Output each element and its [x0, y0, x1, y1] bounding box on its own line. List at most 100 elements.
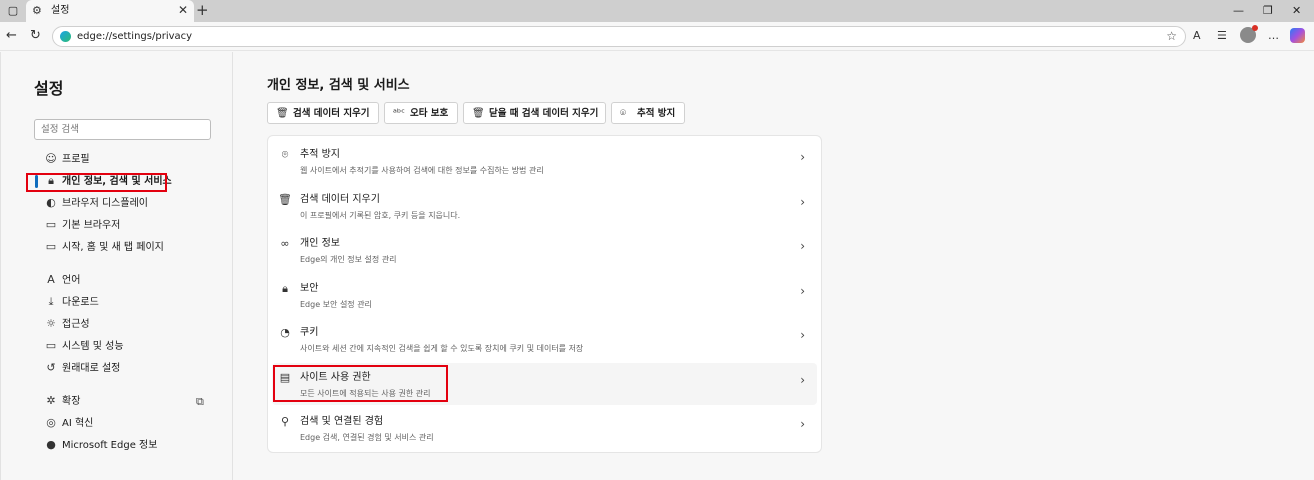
row-title: 보안 [300, 283, 319, 294]
sidebar-item-about[interactable]: ● Microsoft Edge 정보 [34, 437, 214, 455]
tab-strip: ▢ ⚙ 설정 ✕ + — ❐ ✕ [0, 0, 1314, 22]
chip-label: 검색 데이터 지우기 [293, 108, 370, 119]
chevron-right-icon: › [800, 284, 805, 298]
row-desc: Edge 검색, 연결된 경험 및 서비스 관리 [300, 433, 434, 442]
palette-icon: ◐ [46, 196, 56, 209]
close-icon[interactable]: ✕ [178, 3, 188, 18]
lock-icon: 🔒︎ [282, 282, 288, 295]
sidebar-item-label: 기본 브라우저 [62, 220, 121, 231]
accessibility-icon: ☼ [46, 317, 56, 330]
chip-typo-protection[interactable]: ᵃᵇᶜ 오타 보호 [384, 102, 458, 124]
close-window-icon[interactable]: ✕ [1292, 4, 1301, 18]
sidebar-item-label: 시스템 및 성능 [62, 341, 124, 352]
sidebar-item-ai[interactable]: ◎ AI 혁신 [34, 415, 214, 433]
reset-icon: ↺ [46, 361, 56, 374]
browser-icon: ▭ [45, 218, 57, 231]
new-tab-button[interactable]: + [196, 1, 209, 19]
row-title: 쿠키 [300, 327, 319, 338]
sidebar-item-label: Microsoft Edge 정보 [62, 440, 158, 451]
favorite-star-icon[interactable]: ☆ [1166, 29, 1177, 44]
highlight-box [273, 365, 448, 402]
language-icon: A [47, 273, 55, 286]
restore-icon[interactable]: ❐ [1263, 4, 1273, 18]
extension-icon: ✲ [46, 394, 56, 407]
chip-tracking-prevention[interactable]: ⌾ 추적 방지 [611, 102, 685, 124]
home-icon: ▭ [45, 240, 57, 253]
chip-clear-data[interactable]: 🗑︎ 검색 데이터 지우기 [267, 102, 379, 124]
back-icon[interactable]: ← [6, 28, 17, 44]
edge-logo-icon [60, 31, 71, 42]
row-desc: Edge 보안 설정 관리 [300, 300, 372, 309]
sidebar-title: 설정 [34, 79, 64, 98]
sidebar: 설정 ☺ 프로필 🔒︎ 개인 정보, 검색 및 서비스 ◐ 브라우저 디스플레이… [0, 52, 233, 480]
sidebar-item-default-browser[interactable]: ▭ 기본 브라우저 [34, 217, 214, 235]
row-desc: Edge의 개인 정보 설정 관리 [300, 255, 397, 264]
sidebar-item-profile[interactable]: ☺ 프로필 [34, 151, 214, 169]
sidebar-item-label: 확장 [62, 396, 81, 407]
sidebar-item-extensions[interactable]: ✲ 확장 ⧉ [34, 393, 214, 411]
chevron-right-icon: › [800, 239, 805, 253]
sidebar-item-appearance[interactable]: ◐ 브라우저 디스플레이 [34, 195, 214, 213]
sidebar-item-label: 브라우저 디스플레이 [62, 198, 148, 209]
row-title: 검색 및 연결된 경험 [300, 416, 384, 427]
row-title: 추적 방지 [300, 149, 340, 160]
chip-label: 추적 방지 [637, 108, 676, 119]
ai-icon: ◎ [46, 416, 56, 429]
refresh-icon[interactable]: ↻ [30, 28, 41, 44]
trash-icon: 🗑︎ [278, 193, 292, 206]
tab-settings[interactable]: ⚙ 설정 ✕ [26, 0, 194, 22]
system-icon: ▭ [45, 339, 57, 352]
row-desc: 웹 사이트에서 추적기를 사용하여 검색에 대한 정보를 수집하는 방법 관리 [300, 166, 544, 175]
copilot-icon[interactable] [1290, 28, 1305, 43]
row-cookies[interactable]: ◔ 쿠키 사이트와 세션 간에 지속적인 검색을 쉽게 할 수 있도록 장치에 … [272, 318, 817, 360]
sidebar-item-label: 프로필 [62, 154, 90, 165]
glasses-icon: ∞ [280, 237, 290, 250]
sidebar-item-system[interactable]: ▭ 시스템 및 성능 [34, 338, 214, 356]
more-icon[interactable]: … [1268, 28, 1279, 44]
read-aloud-icon[interactable]: A [1193, 28, 1201, 44]
toolbar: ← ↻ edge://settings/privacy ☆ A ☰ … [0, 22, 1314, 51]
download-icon: ⤓ [48, 295, 54, 308]
sidebar-item-languages[interactable]: A 언어 [34, 272, 214, 290]
chevron-right-icon: › [800, 328, 805, 342]
sidebar-item-label: 접근성 [62, 319, 90, 330]
cookie-icon: ◔ [280, 326, 290, 339]
settings-search-input[interactable] [34, 119, 211, 140]
row-tracking-prevention[interactable]: ⌾ 추적 방지 웹 사이트에서 추적기를 사용하여 검색에 대한 정보를 수집하… [272, 140, 817, 182]
minimize-icon[interactable]: — [1233, 4, 1244, 18]
sidebar-item-downloads[interactable]: ⤓ 다운로드 [34, 294, 214, 312]
chevron-right-icon: › [800, 195, 805, 209]
row-title: 검색 데이터 지우기 [300, 194, 380, 205]
row-search-connected[interactable]: ⚲ 검색 및 연결된 경험 Edge 검색, 연결된 경험 및 서비스 관리 › [272, 407, 817, 449]
spellcheck-icon: ᵃᵇᶜ [393, 108, 405, 119]
tab-title: 설정 [51, 5, 70, 16]
row-security[interactable]: 🔒︎ 보안 Edge 보안 설정 관리 › [272, 274, 817, 316]
sidebar-item-label: AI 혁신 [62, 418, 94, 429]
sidebar-item-reset[interactable]: ↺ 원래대로 설정 [34, 360, 214, 378]
chevron-right-icon: › [800, 417, 805, 431]
chevron-right-icon: › [800, 150, 805, 164]
favorites-icon[interactable]: ☰ [1217, 28, 1227, 44]
tab-actions-icon[interactable]: ▢ [6, 4, 20, 18]
row-clear-browsing-data[interactable]: 🗑︎ 검색 데이터 지우기 이 프로필에서 기록된 암호, 쿠키 등을 지웁니다… [272, 185, 817, 227]
sidebar-item-accessibility[interactable]: ☼ 접근성 [34, 316, 214, 334]
row-desc: 사이트와 세션 간에 지속적인 검색을 쉽게 할 수 있도록 장치에 쿠키 및 … [300, 344, 584, 353]
url-text[interactable]: edge://settings/privacy [77, 30, 192, 44]
chip-label: 닫을 때 검색 데이터 지우기 [489, 108, 599, 119]
chip-label: 오타 보호 [410, 108, 449, 119]
edge-logo-icon: ● [46, 438, 56, 451]
tracking-icon: ⌾ [281, 148, 289, 161]
trash-clock-icon: 🗑︎ [472, 108, 485, 119]
chevron-right-icon: › [800, 373, 805, 387]
sidebar-item-start-home[interactable]: ▭ 시작, 홈 및 새 탭 페이지 [34, 239, 214, 257]
sidebar-item-label: 언어 [62, 275, 81, 286]
sidebar-item-label: 시작, 홈 및 새 탭 페이지 [62, 242, 164, 253]
address-bar[interactable]: edge://settings/privacy ☆ [52, 26, 1186, 47]
sidebar-item-label: 다운로드 [62, 297, 99, 308]
trash-icon: 🗑︎ [276, 108, 289, 119]
profile-icon: ☺ [45, 152, 57, 165]
chip-clear-on-close[interactable]: 🗑︎ 닫을 때 검색 데이터 지우기 [463, 102, 606, 124]
row-privacy[interactable]: ∞ 개인 정보 Edge의 개인 정보 설정 관리 › [272, 229, 817, 271]
gear-icon: ⚙ [32, 4, 42, 17]
avatar[interactable] [1240, 25, 1258, 43]
